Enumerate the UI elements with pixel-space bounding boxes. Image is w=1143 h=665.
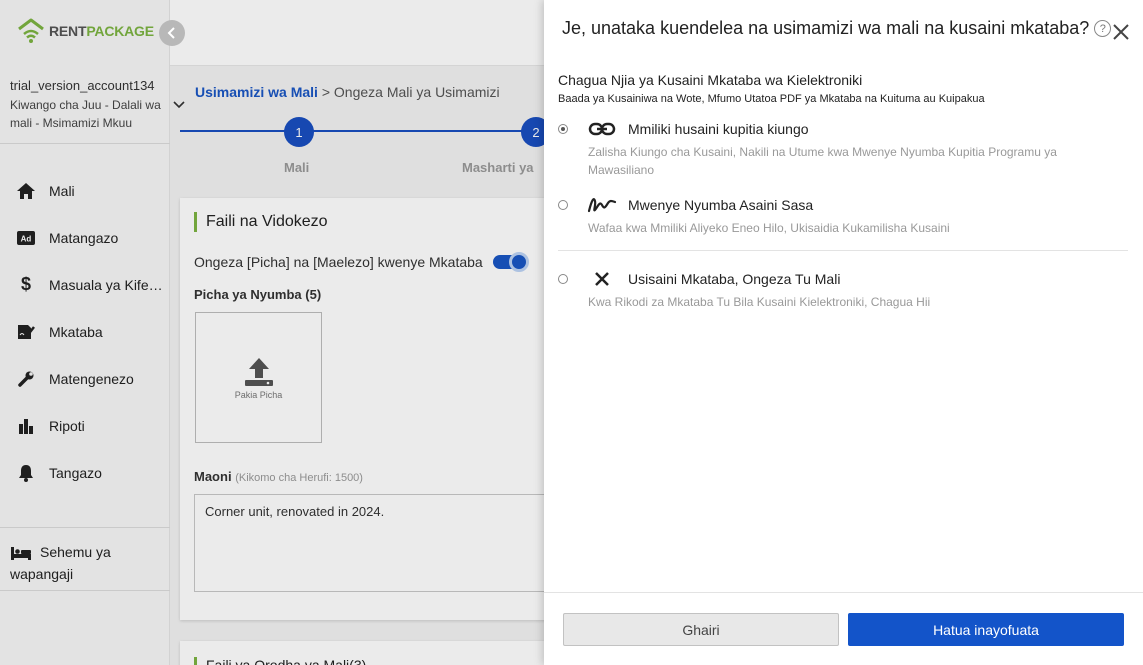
option-title: Mwenye Nyumba Asaini Sasa bbox=[628, 197, 814, 213]
radio-sign-now[interactable] bbox=[558, 200, 568, 210]
cross-icon bbox=[586, 267, 618, 291]
option-description: Zalisha Kiungo cha Kusaini, Nakili na Ut… bbox=[588, 145, 1057, 177]
option-description: Wafaa kwa Mmiliki Aliyeko Eneo Hilo, Uki… bbox=[588, 221, 950, 235]
section-subtitle: Baada ya Kusainiwa na Wote, Mfumo Utatoa… bbox=[558, 93, 985, 105]
close-button[interactable] bbox=[1109, 20, 1133, 44]
close-icon bbox=[1113, 24, 1129, 40]
options-divider bbox=[558, 250, 1128, 251]
chevron-left-icon bbox=[167, 27, 175, 39]
drawer-title: Je, unataka kuendelea na usimamizi wa ma… bbox=[562, 18, 1090, 38]
collapse-sidebar-button[interactable] bbox=[159, 20, 185, 46]
radio-skip-signing[interactable] bbox=[558, 274, 568, 284]
radio-sign-via-link[interactable] bbox=[558, 124, 568, 134]
section-heading: Chagua Njia ya Kusaini Mkataba wa Kielek… bbox=[558, 72, 863, 88]
link-icon bbox=[586, 117, 618, 141]
cancel-button[interactable]: Ghairi bbox=[563, 613, 839, 646]
option-title: Usisaini Mkataba, Ongeza Tu Mali bbox=[628, 271, 841, 287]
sign-contract-drawer: Je, unataka kuendelea na usimamizi wa ma… bbox=[544, 0, 1143, 665]
signature-icon bbox=[586, 193, 618, 217]
option-description: Kwa Rikodi za Mkataba Tu Bila Kusaini Ki… bbox=[588, 295, 931, 309]
next-step-button[interactable]: Hatua inayofuata bbox=[848, 613, 1124, 646]
option-title: Mmiliki husaini kupitia kiungo bbox=[628, 121, 809, 137]
drawer-footer: Ghairi Hatua inayofuata bbox=[544, 592, 1143, 665]
drawer-title-row: Je, unataka kuendelea na usimamizi wa ma… bbox=[562, 18, 1112, 39]
